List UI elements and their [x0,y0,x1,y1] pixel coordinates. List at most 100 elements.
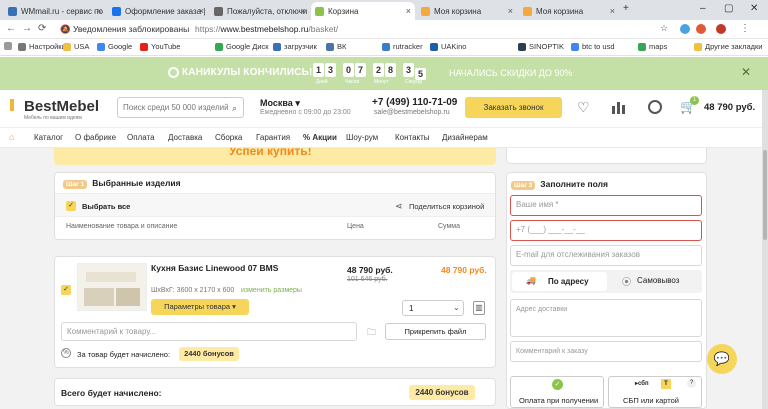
scrollbar-thumb[interactable] [763,150,767,240]
bookmark-item[interactable]: Google [97,42,132,51]
reload-icon[interactable]: ⟳ [38,23,46,34]
back-icon[interactable]: ← [6,23,16,34]
promo-title: КАНИКУЛЫ КОНЧИЛИСЬ! [182,67,313,78]
minimize-icon[interactable]: – [700,3,706,14]
forward-icon[interactable]: → [22,23,32,34]
menu-dots-icon[interactable]: ⋮ [740,23,750,34]
tab-pickup[interactable]: Самовывоз [637,276,679,285]
cart-total[interactable]: 48 790 руб. [704,102,755,113]
close-icon[interactable]: × [610,6,615,16]
cart-card: Шаг 1 Выбранные изделия ✓ Выбрать все ⋖ П… [54,172,496,240]
new-tab-icon[interactable]: + [623,3,629,14]
delivery-address-field[interactable]: Адрес доставки [510,299,702,337]
chat-icon[interactable]: 💬 [707,344,737,374]
phone-field[interactable]: +7 (___) ___-__-__ [510,220,702,241]
email-link[interactable]: sale@bestmebelshop.ru [374,109,450,116]
bookmark-item[interactable]: загрузчик [273,42,317,51]
bookmark-item[interactable]: YouTube [140,42,180,51]
menu-item-delivery[interactable]: Доставка [168,133,202,142]
logo[interactable]: BestMebel Мебель по вашим идеям [10,98,99,121]
delivery-type-switch: 🚚 По адресу ⦿ Самовывоз [510,270,702,293]
menu-item-warranty[interactable]: Гарантия [256,133,290,142]
item-checkbox[interactable]: ✓ [61,285,71,295]
select-all-label[interactable]: Выбрать все [82,202,130,211]
bookmark-item[interactable]: Google Диск [215,42,269,51]
product-image[interactable] [77,263,147,311]
form-title: Заполните поля [540,179,608,189]
quantity-select[interactable]: 1 ⌄ [402,300,464,316]
payment-option-on-receipt[interactable]: ✓ Оплата при получении [510,376,604,408]
menu-item-payment[interactable]: Оплата [127,133,155,142]
menu-item-sales[interactable]: % Акции [303,133,337,142]
window-close-icon[interactable]: ✕ [750,3,758,14]
menu-item-showroom[interactable]: Шоу-рум [346,133,378,142]
browser-tab-active[interactable]: Корзина × [311,2,415,20]
browser-tab[interactable]: WMmail.ru - сервис по × [4,2,106,20]
browser-tab[interactable]: Пожалуйста, отключи × [210,2,310,20]
select-all-checkbox[interactable]: ✓ [66,201,76,211]
call-request-button[interactable]: Заказать звонок [465,97,562,118]
close-icon[interactable]: × [508,6,513,16]
maximize-icon[interactable]: ▢ [724,3,733,14]
attach-file-label: Прикрепить файл [404,327,467,336]
user-icon[interactable] [648,100,662,114]
browser-tab[interactable]: Моя корзина × [519,2,619,20]
attach-file-button[interactable]: Прикрепить файл [385,323,486,340]
product-params-button[interactable]: Параметры товара ▾ [151,299,249,315]
close-icon[interactable]: ✕ [741,65,751,79]
url-field[interactable]: https://www.bestmebelshop.ru/basket/ [195,24,338,34]
help-icon[interactable]: ? [687,379,696,388]
promo-banner[interactable]: КАНИКУЛЫ КОНЧИЛИСЬ! 1 3 0 7 2 8 3 5 Дней… [0,57,768,90]
home-icon[interactable]: ⌂ [9,132,14,142]
heart-icon[interactable]: ♡ [577,99,590,116]
close-icon[interactable]: × [199,6,204,16]
menu-item-designers[interactable]: Дизайнерам [442,133,488,142]
bookmark-item[interactable]: SINOPTIK [518,42,564,51]
phone-number[interactable]: +7 (499) 110-71-09 [372,97,457,108]
bookmark-item[interactable]: Другие закладки [694,42,762,51]
name-field[interactable]: Ваше имя * [510,195,702,216]
menu-item-catalog[interactable]: Каталог [34,133,63,142]
trash-icon[interactable]: ▥ [473,301,485,315]
total-bonus-row: Всего будет начислено: 2440 бонусов [54,378,496,406]
bookmark-item[interactable]: ВК [326,42,346,51]
share-cart-link[interactable]: Поделиться корзиной [409,202,484,211]
bookmark-item[interactable]: maps [638,42,667,51]
notifications-blocked[interactable]: 🔕 Уведомления заблокированы [60,24,189,35]
folder-icon[interactable]: 🗀 [367,325,376,341]
search-icon[interactable]: ⌕ [232,103,237,114]
bookmark-apps[interactable] [4,42,15,50]
close-icon[interactable]: × [406,6,411,16]
share-icon[interactable]: ⋖ [395,201,403,212]
bookmark-item[interactable]: UAKino [430,42,466,51]
payment-option-sbp[interactable]: ▸сбп T ? СБП или картой [608,376,702,408]
compare-icon[interactable] [612,100,626,114]
product-name[interactable]: Кухня Базис Linewood 07 BMS [151,263,278,273]
summary-card-bottom [506,148,707,164]
extension-icon[interactable] [680,24,690,34]
browser-tab[interactable]: Моя корзина × [417,2,517,20]
close-icon[interactable]: × [97,6,102,16]
profile-avatar[interactable] [716,24,726,34]
browser-tab[interactable]: Оформление заказа | с × [108,2,208,20]
menu-item-contacts[interactable]: Контакты [395,133,430,142]
email-field[interactable]: E-mail для отслеживания заказов [510,245,702,266]
bookmark-item[interactable]: btc to usd [571,42,615,51]
menu-item-assembly[interactable]: Сборка [215,133,242,142]
star-icon[interactable]: ☆ [660,23,668,34]
close-icon[interactable]: × [301,6,306,16]
city-selector[interactable]: Москва ▾ [260,98,300,109]
bookmark-label: USA [74,42,90,51]
item-comment-input[interactable]: Комментарий к товару... [61,322,357,341]
bookmark-item[interactable]: rutracker [382,42,423,51]
extension-icon[interactable] [696,24,706,34]
bookmark-item[interactable]: Настройки [18,42,66,51]
tab-delivery-address[interactable]: 🚚 По адресу [512,272,607,291]
sale-notice-text: Успей купить! [229,148,312,158]
menu-item-about[interactable]: О фабрике [75,133,116,142]
order-comment-field[interactable]: Комментарий к заказу [510,341,702,362]
search-input[interactable]: Поиск среди 50 000 изделий [117,97,244,118]
bookmark-item[interactable]: USA [63,42,89,51]
change-size-link[interactable]: изменить размеры [241,287,302,294]
page-scrollbar[interactable] [762,90,768,409]
